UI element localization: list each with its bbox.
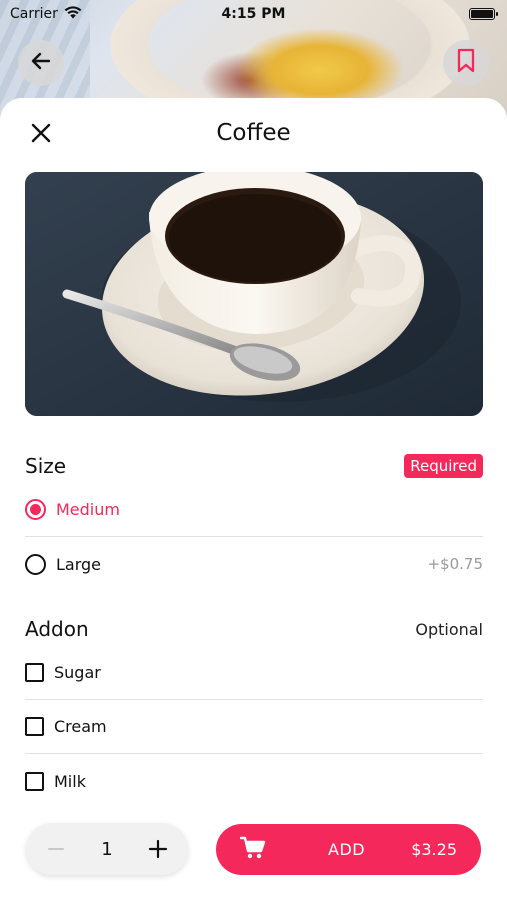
quantity-value: 1 xyxy=(101,838,113,860)
size-option-left: Medium xyxy=(25,499,120,520)
radio-unselected-icon[interactable] xyxy=(25,553,46,575)
product-image xyxy=(25,172,483,416)
bookmark-button[interactable] xyxy=(443,40,489,86)
status-left: Carrier xyxy=(10,5,82,23)
size-option-price: +$0.75 xyxy=(427,555,483,573)
checkbox-icon[interactable] xyxy=(25,771,44,791)
size-option-label: Large xyxy=(56,554,102,574)
minus-icon[interactable] xyxy=(44,837,68,861)
size-option-medium[interactable]: Medium xyxy=(25,483,483,537)
arrow-left-icon xyxy=(29,49,53,77)
size-option-label: Medium xyxy=(56,500,120,519)
addon-option-label: Sugar xyxy=(54,663,101,682)
optional-label: Optional xyxy=(415,619,483,639)
size-section-title: Size xyxy=(25,454,67,478)
required-badge: Required xyxy=(404,454,483,478)
carrier-label: Carrier xyxy=(10,6,58,22)
checkbox-icon[interactable] xyxy=(25,717,44,736)
add-to-cart-button[interactable]: ADD $3.25 xyxy=(216,824,481,875)
addon-section-title: Addon xyxy=(25,617,89,641)
sheet-title: Coffee xyxy=(216,120,291,146)
addon-option-sugar[interactable]: Sugar xyxy=(25,646,483,700)
addon-option-cream[interactable]: Cream xyxy=(25,700,483,754)
addon-option-label: Milk xyxy=(54,771,86,791)
checkbox-icon[interactable] xyxy=(25,663,44,682)
addon-section-header: Addon Optional xyxy=(25,617,483,641)
back-button[interactable] xyxy=(18,40,64,86)
addon-option-label: Cream xyxy=(54,717,107,736)
size-option-large[interactable]: Large +$0.75 xyxy=(25,537,483,591)
size-option-left: Large xyxy=(25,553,102,575)
add-button-price: $3.25 xyxy=(411,840,457,859)
add-button-label: ADD xyxy=(328,840,366,859)
quantity-stepper: 1 xyxy=(26,823,188,875)
addon-option-milk[interactable]: Milk xyxy=(25,754,483,808)
addon-option-left: Sugar xyxy=(25,663,101,682)
size-section-header: Size Required xyxy=(25,454,483,478)
battery-icon xyxy=(469,8,498,20)
radio-selected-icon[interactable] xyxy=(25,499,46,520)
addon-option-left: Cream xyxy=(25,717,107,736)
wifi-icon xyxy=(64,5,82,23)
plus-icon[interactable] xyxy=(146,837,170,861)
bookmark-icon xyxy=(455,48,477,78)
status-bar: Carrier 4:15 PM xyxy=(0,0,507,28)
sheet-header: Coffee xyxy=(0,98,507,172)
cart-icon xyxy=(239,836,266,864)
addon-option-left: Milk xyxy=(25,771,86,791)
